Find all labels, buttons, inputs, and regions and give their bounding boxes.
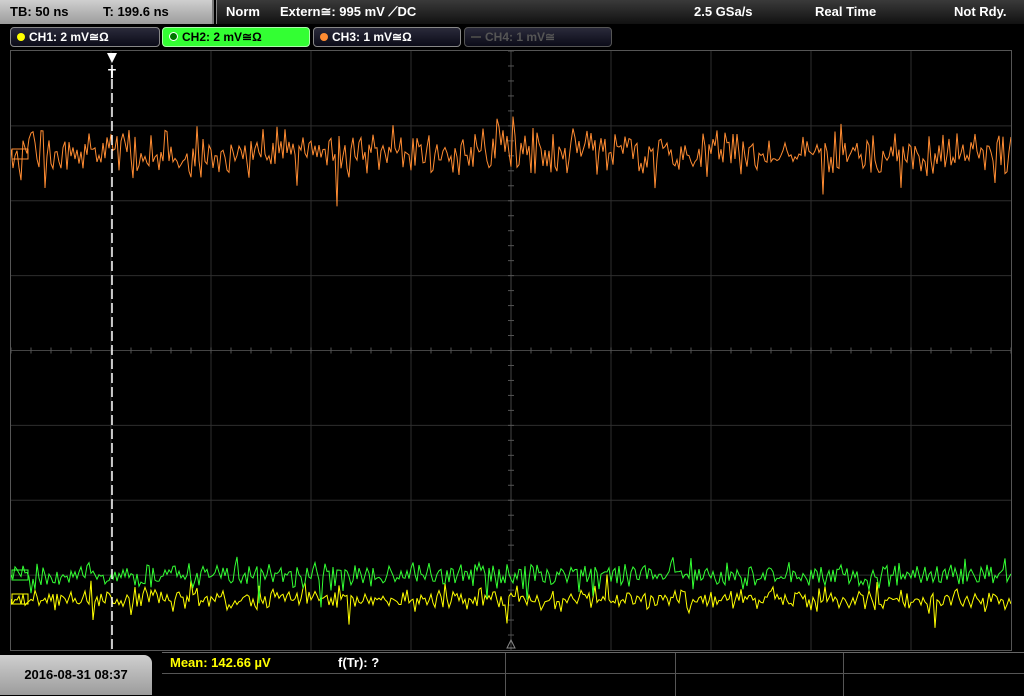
channel-indicator-icon bbox=[471, 35, 481, 38]
measurement-cell[interactable] bbox=[844, 653, 1024, 696]
measurement-cell[interactable] bbox=[506, 653, 676, 696]
measurement-frequency: f(Tr): ? bbox=[338, 655, 380, 670]
datetime-display: 2016-08-31 08:37 bbox=[0, 655, 152, 695]
trigger-position-glyph: T bbox=[108, 66, 116, 81]
trigger-mode[interactable]: Norm bbox=[226, 0, 260, 24]
channel-indicator-icon bbox=[320, 32, 328, 41]
measurement-mean: Mean: 142.66 µV bbox=[170, 655, 271, 670]
channel-tab-ch1[interactable]: CH1: 2 mV≅Ω bbox=[10, 27, 160, 47]
waveform-plot[interactable]: T bbox=[11, 51, 1011, 650]
timebase-panel[interactable]: TB: 50 ns T: 199.6 ns bbox=[0, 0, 214, 24]
waveform-display[interactable]: T bbox=[10, 50, 1012, 651]
acquisition-status: Not Rdy. bbox=[954, 4, 1007, 19]
divider bbox=[162, 673, 1024, 674]
channel-indicator-icon bbox=[169, 32, 178, 42]
channel-tab-ch4[interactable]: CH4: 1 mV≅ bbox=[464, 27, 612, 47]
channel-tab-ch2[interactable]: CH2: 2 mV≅Ω bbox=[162, 27, 310, 47]
channel-label: CH4: 1 mV≅ bbox=[485, 30, 556, 44]
channel-tab-ch3[interactable]: CH3: 1 mV≅Ω bbox=[313, 27, 461, 47]
trigger-source[interactable]: Extern≅: 995 mV ⟋DC bbox=[280, 0, 416, 24]
channel-label: CH2: 2 mV≅Ω bbox=[182, 30, 262, 44]
measurement-cell[interactable] bbox=[676, 653, 844, 696]
status-bar: TB: 50 ns T: 199.6 ns Norm Extern≅: 995 … bbox=[0, 0, 1024, 24]
trigger-position-readout[interactable]: T: 199.6 ns bbox=[103, 0, 169, 24]
channel-label: CH3: 1 mV≅Ω bbox=[332, 30, 412, 44]
channel-indicator-icon bbox=[17, 32, 25, 41]
timebase-readout[interactable]: TB: 50 ns bbox=[10, 0, 69, 24]
channel-label: CH1: 2 mV≅Ω bbox=[29, 30, 109, 44]
sample-rate[interactable]: 2.5 GSa/s bbox=[694, 0, 753, 24]
measurement-panel[interactable]: Mean: 142.66 µV f(Tr): ? bbox=[162, 652, 1024, 696]
graticule bbox=[11, 51, 1011, 650]
markers: T bbox=[11, 53, 516, 650]
acquisition-mode[interactable]: Real Time bbox=[815, 0, 876, 24]
trigger-position-arrow-icon bbox=[107, 53, 117, 63]
acquisition-panel[interactable]: Norm Extern≅: 995 mV ⟋DC 2.5 GSa/s Real … bbox=[216, 0, 1024, 24]
